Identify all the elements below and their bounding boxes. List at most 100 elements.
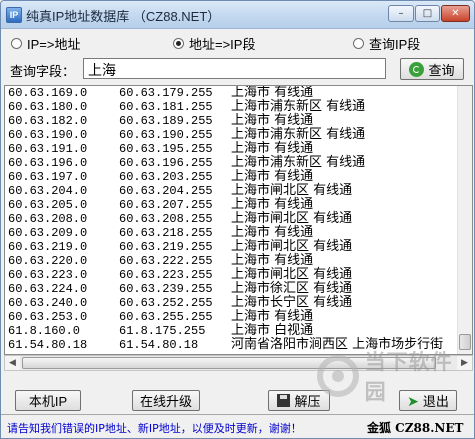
location: 上海市闸北区 有线通 [231,211,353,226]
location: 上海市浦东新区 有线通 [231,99,366,114]
ip-range-start: 60.63.224.0 [8,282,88,296]
location: 上海市长宁区 有线通 [231,295,353,310]
exit-button[interactable]: ➤ 退出 [399,390,457,411]
mode-selector: IP=>地址 地址=>IP段 查询IP段 [1,34,474,54]
results-list[interactable]: 60.63.169.0 60.63.179.255 上海市 有线通 60.63.180… [4,85,473,355]
table-row[interactable]: 61.8.160.0 61.8.175.255 上海市 白视通 [5,323,457,339]
status-message: 请告知我们错误的IP地址、新IP地址，以便及时更新，谢谢！ [7,422,302,435]
location: 上海市闸北区 有线通 [231,183,353,198]
scroll-right-arrow-icon[interactable]: ▶ [457,356,472,370]
ip-range-start: 60.63.204.0 [8,184,88,198]
table-row[interactable]: 60.63.208.0 60.63.208.255 上海市闸北区 有线通 [5,211,457,227]
status-bar: 请告知我们错误的IP地址、新IP地址，以便及时更新，谢谢！ 金狐 CZ88.NE… [1,414,474,438]
ip-range-end: 60.63.208.255 [119,212,213,226]
location: 上海市 有线通 [231,169,314,184]
ip-range-start: 60.63.220.0 [8,254,88,268]
table-row[interactable]: 60.63.191.0 60.63.195.255 上海市 有线通 [5,142,457,157]
ip-range-end: 61.54.80.18 [119,338,199,352]
ip-range-end: 60.63.204.255 [119,184,213,198]
location: 上海市 有线通 [231,113,314,128]
location: 上海市浦东新区 有线通 [231,127,366,142]
ip-range-start: 61.54.80.18 [8,338,88,352]
location: 上海市闸北区 有线通 [231,239,353,254]
ip-range-end: 60.63.223.255 [119,268,213,282]
scroll-left-arrow-icon[interactable]: ◀ [5,356,20,370]
table-row[interactable]: 60.63.220.0 60.63.222.255 上海市 有线通 [5,253,457,269]
ip-range-start: 60.63.253.0 [8,310,88,324]
table-row[interactable]: 60.63.240.0 60.63.252.255 上海市长宁区 有线通 [5,295,457,311]
radio-indicator [353,38,364,49]
ip-range-start: 60.63.191.0 [8,142,88,156]
ip-range-end: 60.63.207.255 [119,198,213,212]
close-button[interactable]: ✕ [441,5,470,22]
search-button-label: 查询 [428,62,455,78]
ip-range-end: 60.63.195.255 [119,142,213,156]
mode-label: 地址=>IP段 [189,37,256,52]
ip-range-start: 60.63.180.0 [8,100,88,114]
ip-range-start: 60.63.182.0 [8,114,88,128]
ip-range-end: 60.63.179.255 [119,86,213,100]
ip-range-end: 60.63.203.255 [119,170,213,184]
ip-range-start: 60.63.196.0 [8,156,88,170]
table-row[interactable]: 60.63.197.0 60.63.203.255 上海市 有线通 [5,169,457,185]
location: 上海市 有线通 [231,253,314,268]
mode-query-ip-range[interactable]: 查询IP段 [353,34,420,53]
search-button[interactable]: 查询 [400,58,464,80]
table-row[interactable]: 60.63.205.0 60.63.207.255 上海市 有线通 [5,197,457,213]
results-rows: 60.63.169.0 60.63.179.255 上海市 有线通 60.63.180… [5,86,457,354]
maximize-button[interactable]: □ [415,5,440,22]
location: 上海市 白视通 [231,323,314,338]
mode-address-to-ip-range[interactable]: 地址=>IP段 [173,34,255,53]
exit-icon: ➤ [407,392,419,409]
refresh-icon [409,61,425,77]
table-row[interactable]: 60.63.196.0 60.63.196.255 上海市浦东新区 有线通 [5,156,457,171]
query-label: 查询字段： [10,64,76,79]
horizontal-scrollbar[interactable]: ◀ ▶ [4,355,473,371]
ip-range-start: 60.63.223.0 [8,268,88,282]
table-row[interactable]: 60.63.169.0 60.63.179.255 上海市 有线通 [5,86,457,100]
mode-label: IP=>地址 [27,37,81,52]
extract-button-label: 解压 [294,394,321,409]
query-input[interactable]: 上海 [83,58,386,79]
table-row[interactable]: 61.54.80.18 61.54.80.18 河南省洛阳市涧西区 上海市场步行街 [5,337,457,353]
mode-ip-to-address[interactable]: IP=>地址 [11,34,80,53]
ip-range-end: 60.63.190.255 [119,128,213,142]
ip-range-end: 60.63.189.255 [119,114,213,128]
table-row[interactable]: 60.63.180.0 60.63.181.255 上海市浦东新区 有线通 [5,99,457,115]
table-row[interactable]: 60.63.204.0 60.63.204.255 上海市闸北区 有线通 [5,183,457,199]
online-update-button[interactable]: 在线升级 [132,390,200,411]
horizontal-scroll-thumb[interactable] [22,357,436,369]
extract-button[interactable]: 解压 [268,390,330,411]
table-row[interactable]: 60.63.190.0 60.63.190.255 上海市浦东新区 有线通 [5,127,457,143]
table-row[interactable]: 60.63.223.0 60.63.223.255 上海市闸北区 有线通 [5,267,457,283]
ip-range-start: 61.8.160.0 [8,324,81,338]
app-window: IP 纯真IP地址数据库 （CZ88.NET） – □ ✕ IP=>地址 地址=… [0,0,475,439]
location: 上海市 有线通 [231,197,314,212]
location: 河南省洛阳市涧西区 上海市场步行街 [231,337,444,352]
minimize-button[interactable]: – [388,5,414,22]
location: 上海市闸北区 有线通 [231,267,353,282]
vertical-scrollbar[interactable] [457,86,472,354]
ip-range-start: 60.63.190.0 [8,128,88,142]
mode-label: 查询IP段 [369,37,421,52]
ip-range-end: 61.8.175.255 [119,324,206,338]
location: 上海市 有线通 [231,225,314,240]
ip-range-end: 60.63.181.255 [119,100,213,114]
table-row[interactable]: 60.63.253.0 60.63.255.255 上海市 有线通 [5,309,457,325]
table-row[interactable]: 60.63.209.0 60.63.218.255 上海市 有线通 [5,225,457,241]
ip-range-start: 60.63.197.0 [8,170,88,184]
location: 上海市 有线通 [231,309,314,324]
vertical-scroll-thumb[interactable] [459,334,471,350]
app-icon: IP [6,7,22,23]
title-bar[interactable]: IP 纯真IP地址数据库 （CZ88.NET） – □ ✕ [1,1,474,29]
table-row[interactable]: 60.63.219.0 60.63.219.255 上海市闸北区 有线通 [5,239,457,255]
table-row[interactable]: 60.63.224.0 60.63.239.255 上海市徐汇区 有线通 [5,282,457,297]
ip-range-start: 60.63.219.0 [8,240,88,254]
ip-range-start: 60.63.240.0 [8,296,88,310]
disk-icon [277,394,291,407]
ip-range-end: 60.63.222.255 [119,254,213,268]
ip-range-start: 60.63.208.0 [8,212,88,226]
local-ip-button[interactable]: 本机IP [15,390,81,411]
table-row[interactable]: 60.63.182.0 60.63.189.255 上海市 有线通 [5,113,457,129]
ip-range-end: 60.63.218.255 [119,226,213,240]
